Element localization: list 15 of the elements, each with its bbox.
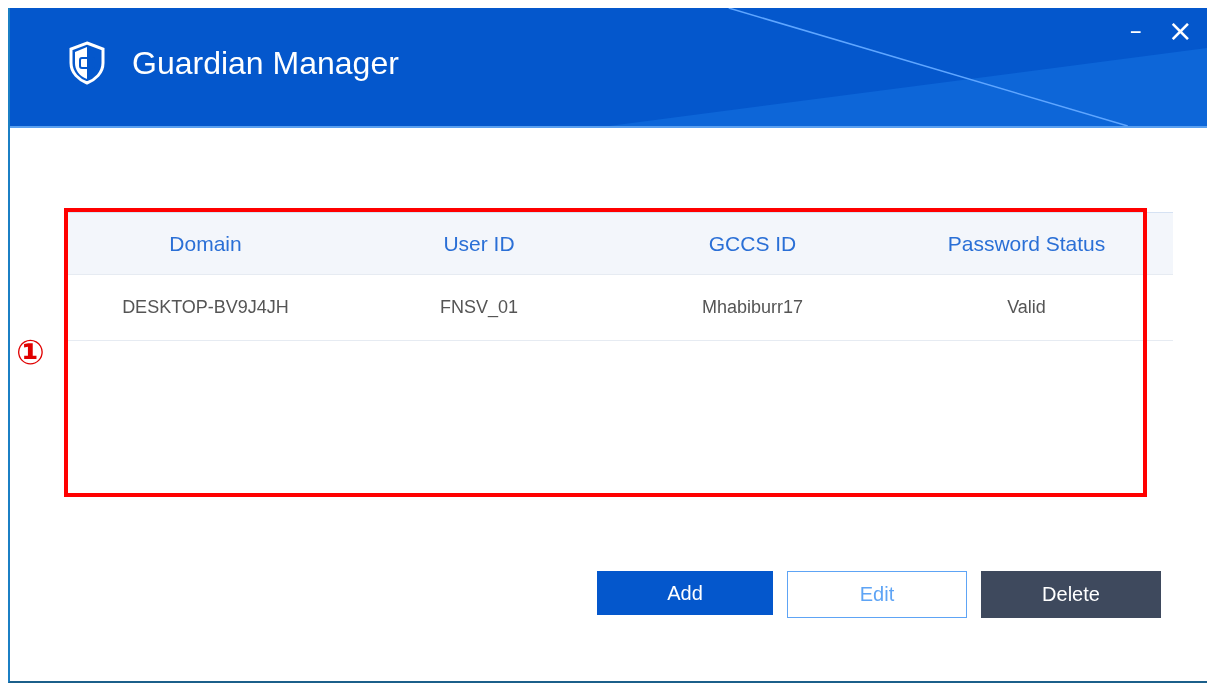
table-cell-text: Valid [1006,296,1047,319]
minimize-button[interactable]: – [1123,18,1148,44]
window-title: Guardian Manager [132,44,399,82]
add-button[interactable]: Add [597,571,773,615]
column-header: GCCS ID [707,230,798,257]
close-button[interactable]: × [1161,18,1199,44]
table-cell-text: Mhabiburr17 [700,296,805,319]
table-cell-text: FNSV_01 [438,296,519,320]
annotation-number: ① [16,332,45,372]
table-cell-text: DESKTOP-BV9J4JH [121,296,290,319]
shield-icon [68,41,106,85]
column-header: User ID [442,230,516,257]
column-header: Password Status [946,230,1107,257]
column-header: Domain [168,230,243,257]
delete-button[interactable]: Delete [981,571,1161,618]
